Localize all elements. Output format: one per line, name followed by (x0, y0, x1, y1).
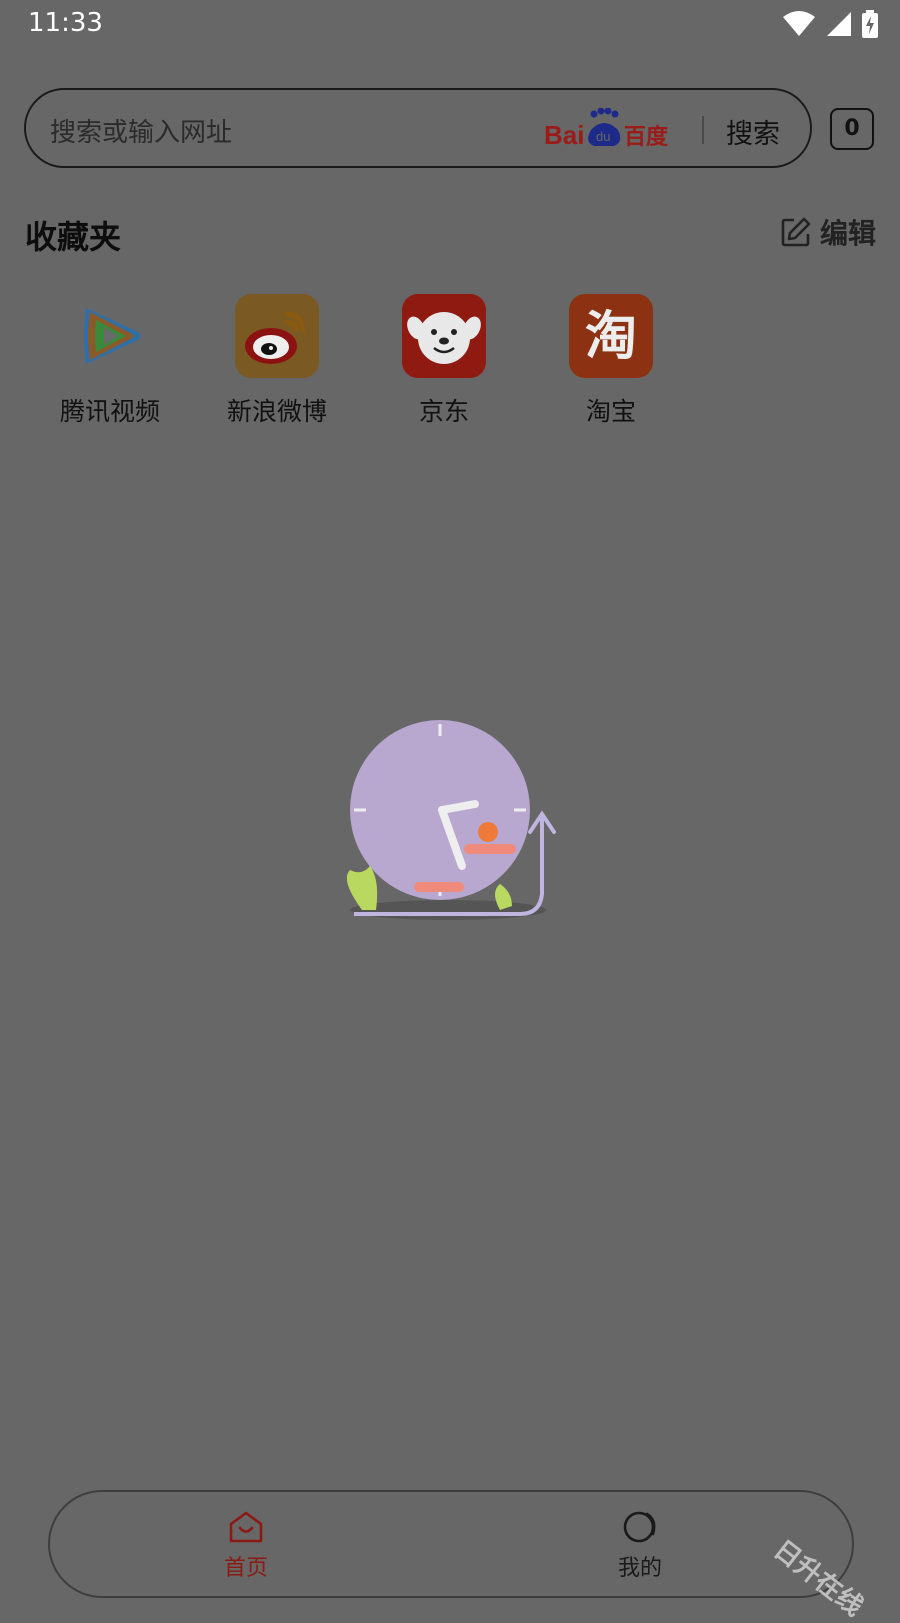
favorite-weibo[interactable]: 新浪微博 (192, 294, 362, 434)
favorite-jd[interactable]: 京东 (359, 294, 529, 434)
nav-mine[interactable]: 我的 (580, 1510, 700, 1590)
svg-text:淘: 淘 (585, 307, 637, 367)
favorites-grid: 腾讯视频 新浪微博 京东 淘 淘宝 (25, 294, 725, 434)
nav-home[interactable]: 首页 (186, 1510, 306, 1590)
svg-text:Bai: Bai (544, 120, 584, 150)
profile-icon (623, 1511, 656, 1543)
jd-icon (402, 294, 486, 378)
svg-text:du: du (596, 129, 610, 144)
status-icons (782, 10, 878, 38)
favorite-label: 腾讯视频 (59, 397, 160, 426)
search-divider (702, 116, 704, 144)
baidu-logo[interactable]: Bai du 百度 (544, 108, 674, 152)
favorites-title: 收藏夹 (25, 218, 122, 256)
edit-icon (781, 217, 811, 247)
favorite-taobao[interactable]: 淘 淘宝 (526, 294, 696, 434)
bottom-nav: 首页 我的 (48, 1490, 854, 1598)
edit-button[interactable]: 编辑 (780, 212, 876, 252)
favorite-label: 京东 (418, 397, 469, 426)
clock-illustration (346, 720, 556, 920)
search-button[interactable]: 搜索 (726, 112, 780, 151)
favorite-tencent-video[interactable]: 腾讯视频 (25, 294, 195, 434)
signal-icon (827, 12, 851, 36)
favorite-label: 新浪微博 (226, 397, 327, 426)
nav-home-label: 首页 (223, 1556, 268, 1581)
search-input[interactable]: 搜索或输入网址 (50, 112, 232, 149)
tencent-video-icon (68, 294, 152, 378)
favorite-label: 淘宝 (585, 397, 636, 426)
taobao-icon: 淘 (569, 294, 653, 378)
edit-label: 编辑 (819, 217, 876, 250)
svg-text:百度: 百度 (624, 124, 669, 150)
status-time: 11:33 (28, 8, 103, 38)
search-bar[interactable]: 搜索或输入网址 Bai du 百度 搜索 (24, 88, 812, 168)
battery-icon (862, 10, 878, 38)
nav-mine-label: 我的 (617, 1556, 662, 1581)
wifi-icon (783, 11, 815, 36)
weibo-icon (235, 294, 319, 378)
status-bar: 11:33 (0, 0, 900, 52)
home-icon (229, 1511, 263, 1543)
tab-count-button[interactable]: 0 (830, 108, 874, 150)
